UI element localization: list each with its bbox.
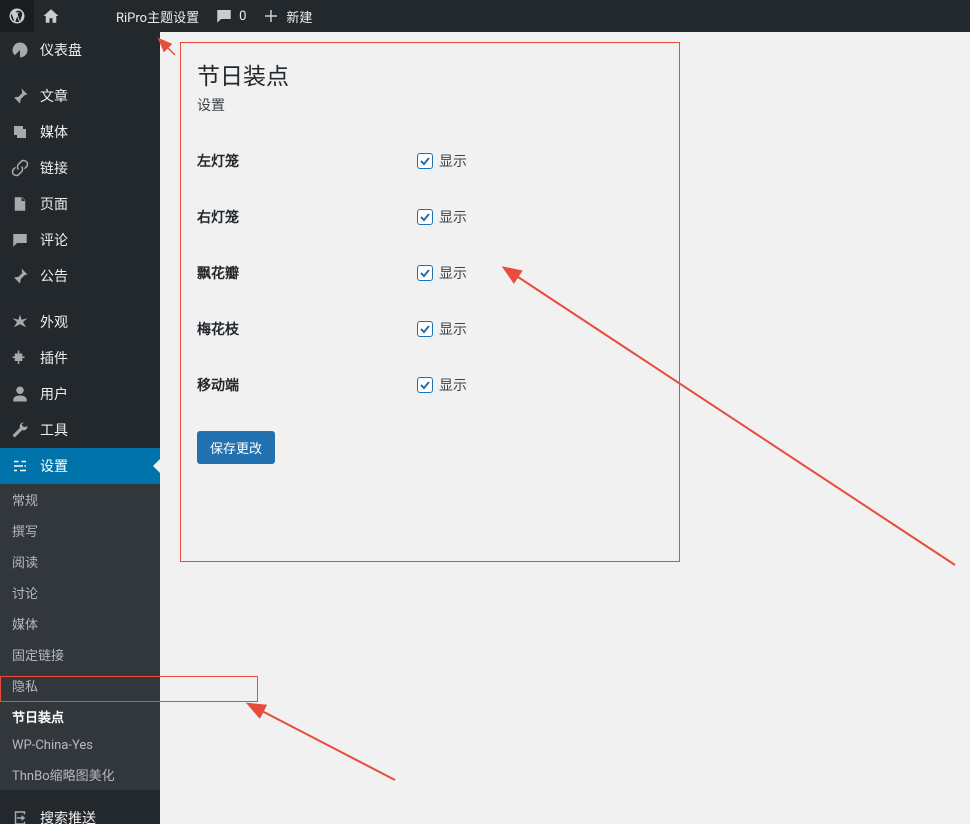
media-icon <box>10 123 30 141</box>
settings-submenu: 常规 撰写 阅读 讨论 媒体 固定链接 隐私 节日装点 WP-China-Yes… <box>0 484 160 790</box>
settings-icon <box>10 457 30 475</box>
row-plum: 梅花枝 显示 <box>197 301 663 357</box>
export-icon <box>10 809 30 824</box>
checkbox-label: 显示 <box>439 151 467 171</box>
checkbox-petals[interactable] <box>417 265 433 281</box>
checkbox-plum[interactable] <box>417 321 433 337</box>
sidebar-item-label: 评论 <box>40 230 68 250</box>
sidebar-item-label: 媒体 <box>40 122 68 142</box>
plus-icon <box>262 7 280 25</box>
page-subtitle: 设置 <box>197 95 663 115</box>
checkbox-right-lantern[interactable] <box>417 209 433 225</box>
sidebar-item-label: 页面 <box>40 194 68 214</box>
link-icon <box>10 159 30 177</box>
row-mobile: 移动端 显示 <box>197 357 663 413</box>
row-label: 飘花瓣 <box>197 263 417 283</box>
settings-panel: 节日装点 设置 左灯笼 显示 右灯笼 显示 飘花瓣 显示 梅花枝 <box>180 42 680 562</box>
page-title: 节日装点 <box>197 57 663 91</box>
checkbox-label: 显示 <box>439 319 467 339</box>
sidebar-item-label: 外观 <box>40 312 68 332</box>
sub-item-festival[interactable]: 节日装点 <box>0 701 160 732</box>
sub-item-thnbo[interactable]: ThnBo缩略图美化 <box>0 759 160 790</box>
comment-icon <box>215 7 233 25</box>
sidebar-item-appearance[interactable]: 外观 <box>0 304 160 340</box>
checkbox-left-lantern[interactable] <box>417 153 433 169</box>
wordpress-logo[interactable] <box>0 0 34 32</box>
admin-bar: RiPro主题设置 0 新建 <box>0 0 970 32</box>
row-label: 右灯笼 <box>197 207 417 227</box>
sub-item-general[interactable]: 常规 <box>0 484 160 515</box>
admin-sidebar: 仪表盘 文章 媒体 链接 页面 评论 公告 外观 插件 用户 工具 <box>0 32 160 824</box>
new-content-label: 新建 <box>286 7 312 26</box>
sidebar-item-pages[interactable]: 页面 <box>0 186 160 222</box>
theme-settings-label: RiPro主题设置 <box>116 7 199 26</box>
user-icon <box>10 385 30 403</box>
sidebar-item-label: 设置 <box>40 456 68 476</box>
sub-item-permalink[interactable]: 固定链接 <box>0 639 160 670</box>
sidebar-item-settings[interactable]: 设置 <box>0 448 160 484</box>
checkbox-label: 显示 <box>439 375 467 395</box>
sub-item-reading[interactable]: 阅读 <box>0 546 160 577</box>
comment-icon <box>10 231 30 249</box>
new-content-link[interactable]: 新建 <box>254 0 320 32</box>
appearance-icon <box>10 313 30 331</box>
sub-item-media[interactable]: 媒体 <box>0 608 160 639</box>
sidebar-item-searchpush[interactable]: 搜索推送 <box>0 800 160 824</box>
row-left-lantern: 左灯笼 显示 <box>197 133 663 189</box>
row-right-lantern: 右灯笼 显示 <box>197 189 663 245</box>
tool-icon <box>10 421 30 439</box>
sidebar-item-label: 公告 <box>40 266 68 286</box>
page-icon <box>10 195 30 213</box>
save-button[interactable]: 保存更改 <box>197 431 275 464</box>
sidebar-item-comments[interactable]: 评论 <box>0 222 160 258</box>
sidebar-item-media[interactable]: 媒体 <box>0 114 160 150</box>
pin-icon <box>10 267 30 285</box>
sidebar-item-announcement[interactable]: 公告 <box>0 258 160 294</box>
sub-item-wpchina[interactable]: WP-China-Yes <box>0 732 160 759</box>
sub-item-privacy[interactable]: 隐私 <box>0 670 160 701</box>
pin-icon <box>10 87 30 105</box>
sidebar-item-dashboard[interactable]: 仪表盘 <box>0 32 160 68</box>
sidebar-item-label: 仪表盘 <box>40 40 82 60</box>
main-content: 节日装点 设置 左灯笼 显示 右灯笼 显示 飘花瓣 显示 梅花枝 <box>160 32 970 824</box>
sub-item-writing[interactable]: 撰写 <box>0 515 160 546</box>
theme-settings-link[interactable]: RiPro主题设置 <box>108 0 207 32</box>
row-label: 梅花枝 <box>197 319 417 339</box>
sidebar-item-label: 用户 <box>40 384 68 404</box>
checkbox-label: 显示 <box>439 263 467 283</box>
wordpress-icon <box>8 7 26 25</box>
sidebar-item-label: 文章 <box>40 86 68 106</box>
sidebar-item-tools[interactable]: 工具 <box>0 412 160 448</box>
checkbox-mobile[interactable] <box>417 377 433 393</box>
sidebar-item-posts[interactable]: 文章 <box>0 78 160 114</box>
sidebar-item-label: 搜索推送 <box>40 808 96 824</box>
home-icon <box>42 7 60 25</box>
comments-link[interactable]: 0 <box>207 0 254 32</box>
sidebar-item-links[interactable]: 链接 <box>0 150 160 186</box>
sub-item-discussion[interactable]: 讨论 <box>0 577 160 608</box>
sidebar-item-label: 工具 <box>40 420 68 440</box>
row-label: 移动端 <box>197 375 417 395</box>
plugin-icon <box>10 349 30 367</box>
home-link[interactable] <box>34 0 68 32</box>
comments-count: 0 <box>239 9 246 24</box>
row-label: 左灯笼 <box>197 151 417 171</box>
sidebar-item-plugins[interactable]: 插件 <box>0 340 160 376</box>
sidebar-item-label: 链接 <box>40 158 68 178</box>
sidebar-item-users[interactable]: 用户 <box>0 376 160 412</box>
row-petals: 飘花瓣 显示 <box>197 245 663 301</box>
sidebar-item-label: 插件 <box>40 348 68 368</box>
checkbox-label: 显示 <box>439 207 467 227</box>
dashboard-icon <box>10 41 30 59</box>
